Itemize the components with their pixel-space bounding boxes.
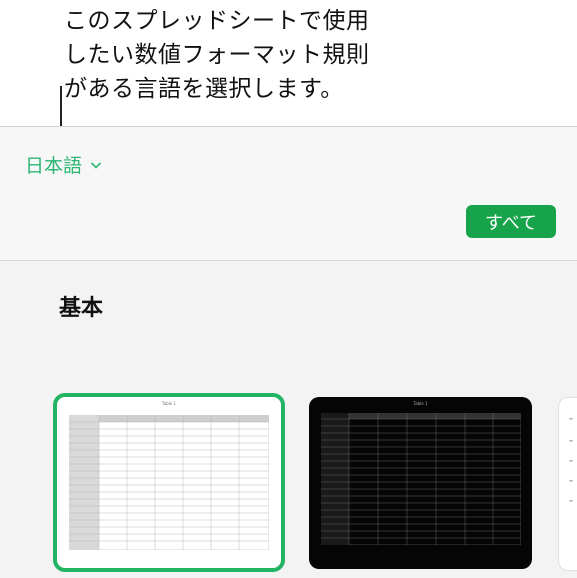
- callout-line-2: したい数値フォーマット規則: [64, 42, 370, 68]
- dark-table-grid: [321, 413, 521, 545]
- section-title-basic: 基本: [59, 296, 104, 321]
- callout-line-1: このスプレッドシートで使用: [64, 8, 370, 34]
- instruction-callout: このスプレッドシートで使用 したい数値フォーマット規則 がある言語を選択します。: [64, 4, 444, 106]
- template-thumbnail-partial[interactable]: [558, 397, 577, 571]
- chooser-header: 日本語 すべて: [0, 127, 577, 261]
- template-sheet-title: Table 1: [161, 401, 177, 406]
- chevron-down-icon: [90, 161, 102, 169]
- all-templates-button[interactable]: すべて: [466, 205, 556, 238]
- callout-line-3: がある言語を選択します。: [64, 76, 344, 102]
- light-table-grid: [69, 415, 269, 550]
- template-thumbnail-light[interactable]: Table 1: [53, 393, 285, 572]
- template-thumbnail-dark[interactable]: Table 1: [309, 397, 532, 569]
- language-label: 日本語: [25, 155, 83, 177]
- language-menu[interactable]: 日本語: [25, 151, 102, 178]
- template-chooser-panel: 日本語 すべて 基本 Table 1 Table 1: [0, 126, 577, 578]
- template-sheet-title: Table 1: [413, 401, 428, 406]
- partial-template-preview: [569, 418, 573, 502]
